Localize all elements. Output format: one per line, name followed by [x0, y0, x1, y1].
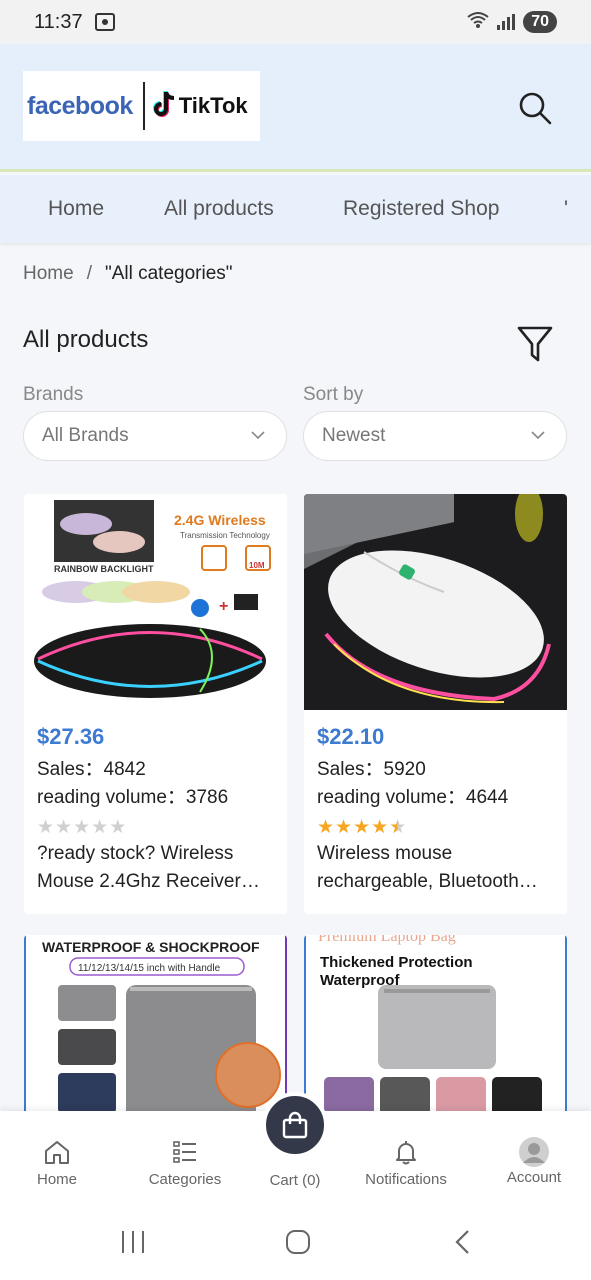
tab-categories[interactable]: Categories: [130, 1139, 240, 1188]
product-image[interactable]: 2.4G Wireless Transmission Technology 10…: [24, 494, 287, 710]
filter-icon: [517, 326, 553, 362]
svg-text:+: +: [219, 598, 228, 615]
star-icon: ★: [335, 817, 353, 838]
wifi-icon: [467, 11, 489, 34]
product-reading-volume: reading volume：3786: [37, 787, 229, 808]
recent-apps-icon: [122, 1231, 144, 1253]
img-heading: WATERPROOF & SHOCKPROOF: [42, 939, 260, 955]
img-banner: Premium Laptop Bag: [318, 935, 456, 945]
bell-icon: [396, 1141, 416, 1165]
signal-icon: [497, 14, 516, 30]
header: facebook TikTok: [0, 44, 591, 172]
tiktok-note-icon: [152, 90, 177, 123]
search-icon: [519, 92, 552, 125]
product-card[interactable]: 2.4G Wireless Transmission Technology 10…: [24, 494, 287, 914]
breadcrumb-separator: /: [86, 263, 92, 284]
img-backlight: RAINBOW BACKLIGHT: [54, 564, 154, 574]
cart-button[interactable]: [262, 1092, 328, 1158]
product-rating: ★ ★ ★ ★ ★: [317, 816, 554, 840]
tab-home-label: Home: [36, 1171, 77, 1188]
breadcrumb-home[interactable]: Home: [23, 263, 74, 285]
system-nav-bar: [0, 1207, 591, 1280]
status-time: 11:37: [34, 10, 83, 33]
product-reading-volume: reading volume：4644: [317, 787, 509, 808]
tab-categories-label: Categories: [148, 1171, 222, 1188]
img-heading: 2.4G Wireless: [174, 512, 266, 528]
back-chevron-icon: [455, 1230, 469, 1254]
star-icon: ★: [317, 817, 335, 838]
breadcrumb: Home / "All categories": [23, 263, 233, 285]
logo-divider: [142, 82, 145, 130]
nav-all-products[interactable]: All products: [164, 197, 274, 221]
product-title[interactable]: ?ready stock? Wireless Mouse 2.4Ghz Rece…: [37, 840, 274, 896]
img-sub: Transmission Technology: [180, 531, 270, 540]
avatar-icon: [519, 1137, 549, 1167]
img-range: 10M: [249, 561, 265, 570]
star-icon: ★: [91, 817, 109, 838]
product-card[interactable]: WATERPROOF & SHOCKPROOF 11/12/13/14/15 i…: [24, 935, 287, 1125]
star-icon: ★: [109, 817, 127, 838]
product-price: $22.10: [317, 724, 385, 749]
logo-tiktok-text: TikTok: [178, 93, 248, 118]
product-card[interactable]: Premium Laptop Bag Thickened Protection …: [304, 935, 567, 1125]
product-rating: ★ ★ ★ ★ ★: [37, 816, 274, 840]
chevron-down-icon: [531, 431, 545, 440]
tab-cart-label[interactable]: Cart (0): [250, 1172, 340, 1189]
img-heading: Thickened Protection: [320, 954, 473, 971]
product-image[interactable]: [304, 494, 567, 710]
shopping-bag-icon: [282, 1111, 308, 1139]
star-icon: ★: [37, 817, 55, 838]
filter-button[interactable]: [515, 322, 555, 366]
tab-account-label: Account: [506, 1169, 562, 1186]
product-image[interactable]: WATERPROOF & SHOCKPROOF 11/12/13/14/15 i…: [24, 935, 287, 1125]
recent-apps-button[interactable]: [118, 1229, 148, 1255]
brands-label: Brands: [23, 384, 84, 405]
product-sales: Sales：4842: [37, 759, 146, 780]
battery-indicator: 70: [523, 11, 557, 33]
back-button[interactable]: [450, 1228, 478, 1256]
product-title[interactable]: Wireless mouse rechargeable, Bluetooth m…: [317, 840, 554, 896]
screenshot-icon: [94, 13, 115, 31]
nav-more[interactable]: ': [564, 197, 568, 221]
product-card[interactable]: $22.10 Sales：5920 reading volume：4644 ★ ★…: [304, 494, 567, 914]
tab-account[interactable]: Account: [479, 1137, 589, 1186]
site-logo[interactable]: facebook TikTok: [23, 71, 260, 141]
product-sales: Sales：5920: [317, 759, 426, 780]
tab-notifications[interactable]: Notifications: [351, 1139, 461, 1188]
product-price: $27.36: [37, 724, 105, 749]
logo-facebook-text: facebook: [27, 91, 133, 120]
home-icon: [45, 1141, 69, 1164]
star-icon: ★: [73, 817, 91, 838]
star-icon: ★: [55, 817, 73, 838]
status-bar: 11:37 70: [0, 0, 591, 44]
tab-notifications-label: Notifications: [365, 1171, 447, 1188]
home-system-button[interactable]: [284, 1228, 312, 1256]
breadcrumb-current: "All categories": [104, 263, 233, 284]
product-image[interactable]: Premium Laptop Bag Thickened Protection …: [304, 935, 567, 1125]
star-icon: ★: [371, 817, 389, 838]
categories-icon: [173, 1141, 196, 1163]
star-half-icon: ★: [389, 817, 407, 838]
sort-select[interactable]: Newest: [303, 411, 567, 461]
sort-select-value: Newest: [322, 425, 386, 446]
sort-label: Sort by: [303, 384, 364, 405]
page-title: All products: [23, 326, 149, 353]
brands-select[interactable]: All Brands: [23, 411, 287, 461]
nav-registered-shop[interactable]: Registered Shop: [343, 197, 499, 221]
circle-home-icon: [286, 1230, 310, 1254]
star-icon: ★: [353, 817, 371, 838]
top-nav: Home All products Registered Shop ': [0, 175, 591, 243]
chevron-down-icon: [251, 431, 265, 440]
tab-home[interactable]: Home: [2, 1139, 112, 1188]
search-button[interactable]: [515, 88, 555, 128]
brands-select-value: All Brands: [42, 425, 129, 446]
nav-home[interactable]: Home: [48, 197, 104, 221]
img-sub: 11/12/13/14/15 inch with Handle: [78, 963, 221, 974]
